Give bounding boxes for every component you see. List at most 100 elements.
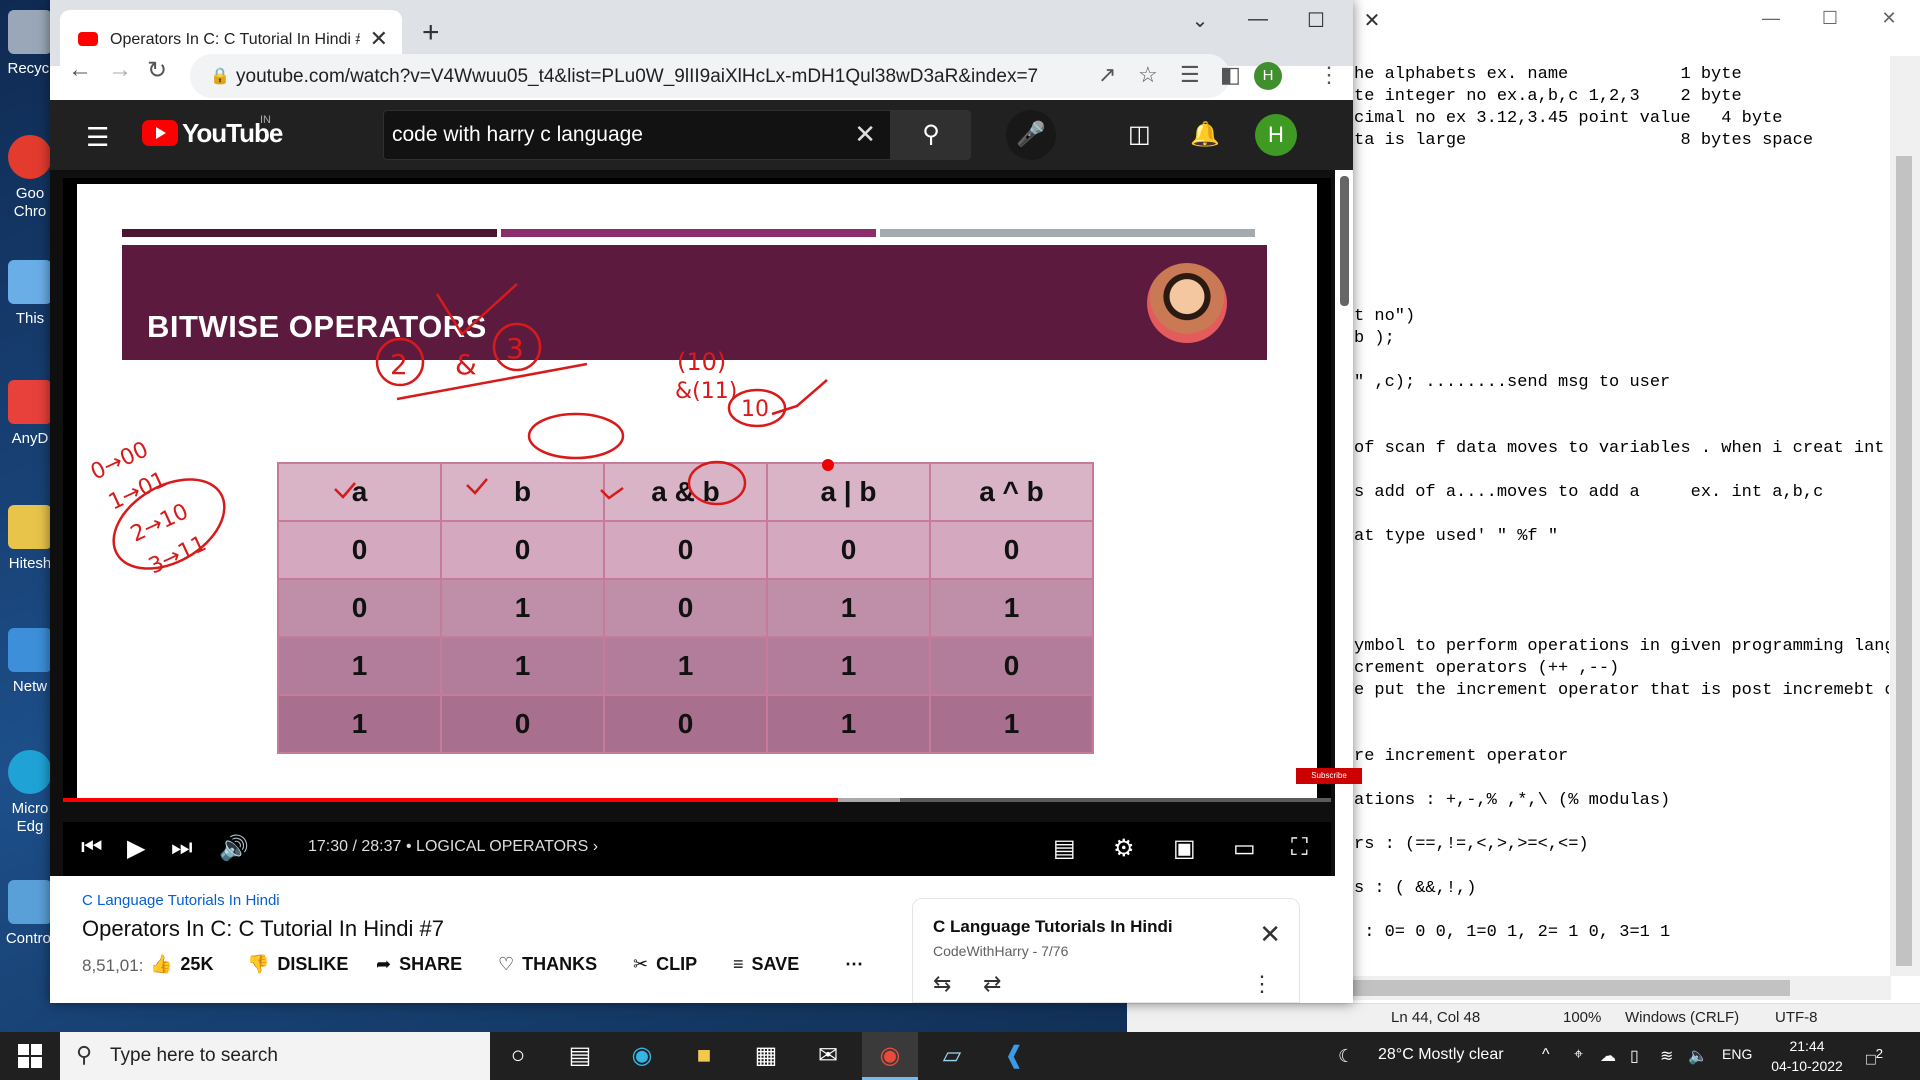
voice-search-button[interactable]: 🎤 (1006, 110, 1056, 160)
volume-icon[interactable]: 🔊 (219, 834, 249, 863)
table-cell: 0 (277, 520, 442, 580)
battery-icon[interactable]: ▯ (1630, 1046, 1639, 1066)
create-video-icon[interactable]: ◫ (1128, 120, 1151, 149)
close-tab-icon[interactable]: ✕ (370, 26, 388, 52)
more-menu-icon[interactable]: ⋮ (1318, 62, 1340, 88)
shuffle-icon[interactable]: ⇄ (983, 971, 1001, 997)
notification-center-icon[interactable]: □2 (1866, 1046, 1883, 1069)
chapter-title[interactable]: • LOGICAL OPERATORS › (406, 838, 598, 856)
file-explorer-icon[interactable]: ■ (676, 1032, 732, 1080)
notepad-line: re increment operator (1354, 747, 1569, 766)
next-icon[interactable]: ⏭ (171, 834, 193, 862)
wifi-icon[interactable]: ≋ (1660, 1046, 1673, 1066)
page-scrollbar[interactable] (1335, 170, 1353, 1003)
notepad-text-area[interactable]: he alphabets ex. name 1 byte te integer n… (1354, 64, 1889, 970)
notifications-bell-icon[interactable]: 🔔 (1190, 120, 1220, 149)
onedrive-icon[interactable]: ☁ (1600, 1046, 1616, 1066)
profile-avatar[interactable]: H (1254, 62, 1282, 90)
tick-mark (771, 379, 828, 416)
back-icon[interactable]: ← (68, 56, 92, 84)
search-input[interactable]: code with harry c language (392, 123, 643, 147)
clear-search-icon[interactable]: ✕ (854, 119, 876, 150)
store-icon[interactable]: ▦ (738, 1032, 794, 1080)
show-hidden-icons-icon[interactable]: ^ (1542, 1046, 1550, 1064)
system-clock[interactable]: 21:44 04-10-2022 (1770, 1036, 1844, 1076)
reload-icon[interactable]: ↻ (147, 56, 167, 85)
hamburger-menu-icon[interactable]: ☰ (86, 122, 109, 153)
notepad-horizontal-scrollbar[interactable] (1338, 976, 1891, 1000)
new-tab-icon[interactable]: + (422, 16, 440, 50)
side-panel-icon[interactable]: ◧ (1220, 62, 1241, 88)
subscribe-watermark[interactable]: Subscribe (1296, 768, 1362, 784)
video-player[interactable]: BITWISE OPERATORS a b a & b a | b a ^ b … (63, 178, 1362, 802)
youtube-logo-icon[interactable] (142, 120, 178, 146)
forward-icon[interactable]: → (108, 56, 132, 84)
more-actions-icon[interactable]: ⋯ (845, 954, 863, 975)
tab-search-chevron-icon[interactable]: ⌄ (1174, 8, 1226, 36)
network-tray-icon[interactable]: ⌖ (1574, 1046, 1583, 1064)
control-panel-icon (8, 880, 52, 924)
notepad-vertical-scrollbar[interactable] (1890, 56, 1920, 976)
weather-text[interactable]: 28°C Mostly clear (1378, 1046, 1504, 1064)
save-button[interactable]: ≡ SAVE (733, 954, 799, 975)
previous-icon[interactable]: ⏮ (81, 834, 103, 862)
windows-start-icon[interactable] (18, 1044, 42, 1068)
search-button[interactable]: ⚲ (891, 110, 971, 160)
theater-mode-icon[interactable]: ▭ (1233, 834, 1256, 863)
bookmark-star-icon[interactable]: ☆ (1138, 62, 1158, 88)
search-box[interactable]: code with harry c language ✕ (383, 110, 891, 160)
chrome-taskbar-icon[interactable]: ◉ (862, 1032, 918, 1080)
task-view-icon[interactable]: ▤ (552, 1032, 608, 1080)
share-icon[interactable]: ↗ (1098, 62, 1116, 88)
language-indicator[interactable]: ENG (1722, 1046, 1752, 1062)
table-cell: 0 (603, 694, 768, 754)
notepad-line (1354, 284, 1889, 306)
close-window-icon[interactable]: ✕ (1346, 8, 1398, 36)
maximize-icon[interactable]: ☐ (1290, 8, 1342, 36)
share-button[interactable]: ➦ SHARE (376, 954, 462, 975)
weather-icon[interactable]: ☾ (1338, 1046, 1354, 1067)
cortana-icon[interactable]: ○ (490, 1032, 546, 1080)
fullscreen-icon[interactable]: ⛶ (1291, 834, 1308, 862)
scroll-thumb[interactable] (1340, 176, 1349, 306)
minimize-icon[interactable]: — (1232, 8, 1284, 36)
notepad-line (1354, 614, 1889, 636)
settings-gear-icon[interactable]: ⚙ (1113, 834, 1135, 863)
volume-tray-icon[interactable]: 🔈 (1688, 1046, 1708, 1066)
like-button[interactable]: 👍 25K (150, 954, 213, 975)
minimize-icon[interactable]: — (1751, 8, 1791, 32)
table-header-row: a b a & b a | b a ^ b (277, 462, 1094, 522)
notepad-line (1354, 394, 1889, 416)
play-icon[interactable]: ▶ (127, 834, 145, 863)
mail-icon[interactable]: ✉ (800, 1032, 856, 1080)
close-playlist-icon[interactable]: ✕ (1259, 919, 1281, 950)
edge-taskbar-icon[interactable]: ◉ (614, 1032, 670, 1080)
loop-icon[interactable]: ⇆ (933, 971, 951, 997)
progress-bar[interactable] (63, 798, 1331, 804)
vscode-taskbar-icon[interactable]: ❰ (986, 1032, 1042, 1080)
close-icon[interactable]: ✕ (1869, 8, 1909, 32)
maximize-icon[interactable]: ☐ (1810, 8, 1850, 32)
account-avatar[interactable]: H (1255, 114, 1297, 156)
lock-icon[interactable]: 🔒 (210, 66, 230, 86)
dislike-button[interactable]: 👎 DISLIKE (247, 954, 348, 975)
playlist-more-icon[interactable]: ⋮ (1251, 971, 1273, 997)
notepad-taskbar-icon[interactable]: ▱ (924, 1032, 980, 1080)
clip-button[interactable]: ✂ CLIP (633, 954, 697, 975)
table-cell: 0 (929, 520, 1094, 580)
chapter-label: LOGICAL OPERATORS (416, 838, 589, 855)
notepad-line: of scan f data moves to variables . when… (1354, 439, 1889, 458)
scroll-thumb[interactable] (1350, 980, 1790, 996)
microphone-icon: 🎤 (1016, 121, 1046, 148)
scroll-thumb[interactable] (1896, 156, 1912, 966)
thumbs-up-icon: 👍 (150, 954, 173, 974)
media-control-icon[interactable]: ☰ (1180, 62, 1200, 88)
address-bar[interactable]: 🔒 youtube.com/watch?v=V4Wwuu05_t4&list=P… (190, 54, 1230, 98)
thanks-button[interactable]: ♡ THANKS (498, 954, 597, 975)
notepad-line: s : ( &&,!,) (1354, 879, 1477, 898)
taskbar-search[interactable]: ⚲ Type here to search (60, 1032, 490, 1080)
playlist-panel-title[interactable]: C Language Tutorials In Hindi (933, 917, 1173, 937)
playlist-link[interactable]: C Language Tutorials In Hindi (82, 892, 280, 909)
miniplayer-icon[interactable]: ▣ (1173, 834, 1196, 863)
captions-icon[interactable]: ▤ (1053, 834, 1076, 863)
